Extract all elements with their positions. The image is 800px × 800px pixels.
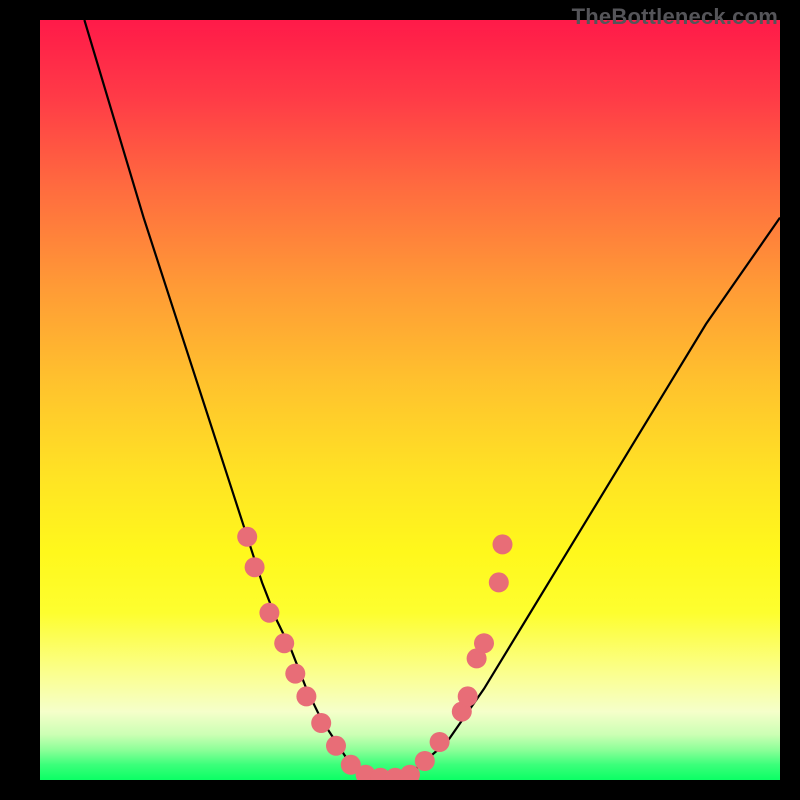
chart-marker	[259, 603, 279, 623]
plot-area	[40, 20, 780, 780]
chart-marker	[326, 736, 346, 756]
chart-marker	[245, 557, 265, 577]
chart-marker	[458, 686, 478, 706]
chart-marker	[311, 713, 331, 733]
chart-marker	[493, 534, 513, 554]
chart-marker	[285, 664, 305, 684]
chart-marker	[474, 633, 494, 653]
chart-marker	[430, 732, 450, 752]
chart-marker	[296, 686, 316, 706]
chart-marker	[415, 751, 435, 771]
chart-svg	[40, 20, 780, 780]
chart-markers	[237, 527, 512, 780]
chart-marker	[274, 633, 294, 653]
chart-marker	[489, 572, 509, 592]
chart-curve	[84, 20, 780, 778]
chart-marker	[237, 527, 257, 547]
attribution-text: TheBottleneck.com	[572, 4, 778, 30]
